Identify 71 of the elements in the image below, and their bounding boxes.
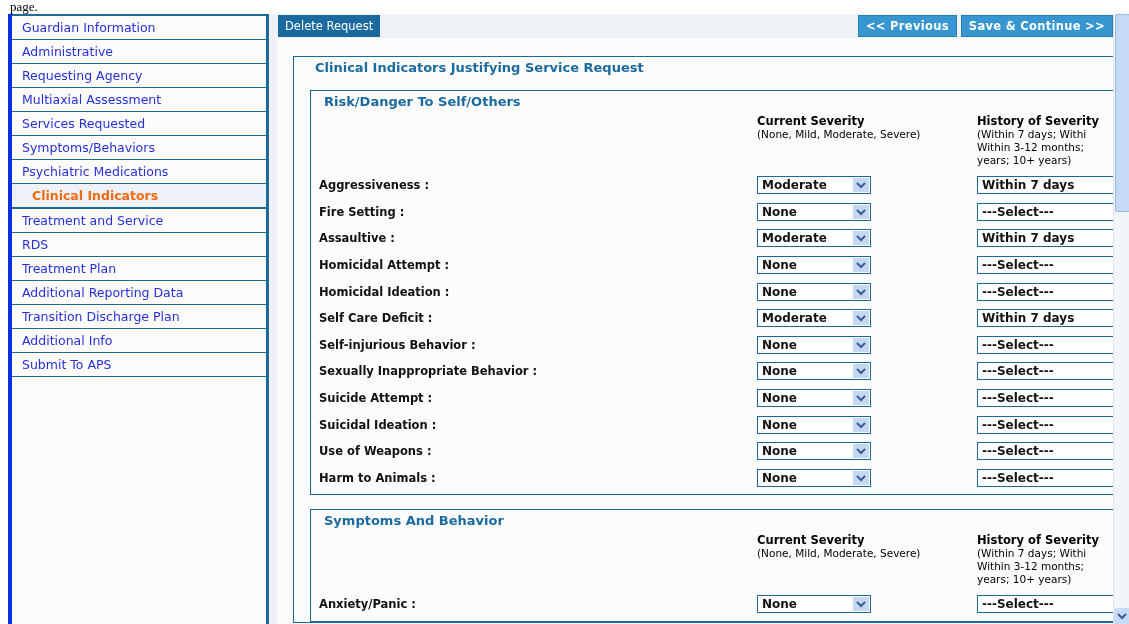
scroll-down-icon[interactable]: [1114, 608, 1129, 624]
column-hint: (None, Mild, Moderate, Severe): [757, 128, 922, 141]
sidebar-item[interactable]: Additional Info: [12, 329, 266, 353]
field-label: Assaultive :: [319, 231, 396, 246]
sidebar-item[interactable]: Additional Reporting Data: [12, 281, 266, 305]
severity-dropdown[interactable]: ---Select---: [977, 335, 1113, 354]
column-hint: Within 3-12 months;: [977, 560, 1085, 574]
field-label: Use of Weapons :: [319, 444, 433, 459]
severity-dropdown[interactable]: Moderate: [757, 176, 871, 195]
sidebar-item[interactable]: Requesting Agency: [12, 64, 266, 88]
column-hint: (Within 7 days; Withi: [977, 547, 1088, 561]
field-label: Anxiety/Panic :: [319, 597, 417, 612]
severity-dropdown[interactable]: None: [757, 468, 871, 487]
field-label: Self-injurious Behavior :: [319, 337, 477, 352]
sidebar-item[interactable]: Submit To APS: [12, 353, 266, 377]
field-label: Harm to Animals :: [319, 470, 437, 485]
sidebar-item[interactable]: Transition Discharge Plan: [12, 305, 266, 329]
field-label: Aggressiveness :: [319, 178, 431, 193]
column-header: History of Severity: [977, 114, 1100, 128]
column-hint: Within 3-12 months;: [977, 141, 1085, 154]
severity-dropdown[interactable]: None: [757, 335, 871, 354]
column-header: Current Severity: [757, 114, 866, 128]
field-label: Suicide Attempt :: [319, 391, 434, 406]
column-header: Current Severity: [757, 533, 866, 548]
column-hint: (Within 7 days; Withi: [977, 128, 1088, 141]
severity-dropdown[interactable]: None: [757, 442, 871, 461]
severity-dropdown[interactable]: None: [757, 415, 871, 434]
sidebar-item[interactable]: Symptoms/Behaviors: [12, 136, 266, 160]
severity-dropdown[interactable]: ---Select---: [977, 468, 1113, 487]
section-title: Risk/Danger To Self/Others: [322, 94, 523, 110]
severity-dropdown[interactable]: ---Select---: [977, 389, 1113, 408]
field-label: Suicidal Ideation :: [319, 417, 438, 432]
severity-dropdown[interactable]: None: [757, 362, 871, 381]
severity-dropdown[interactable]: ---Select---: [977, 415, 1113, 434]
sidebar-item[interactable]: Multiaxial Assessment: [12, 88, 266, 112]
severity-dropdown[interactable]: ---Select---: [977, 442, 1113, 461]
sidebar-item[interactable]: Administrative: [12, 40, 266, 64]
delete-request-button[interactable]: Delete Request: [278, 15, 381, 37]
severity-dropdown[interactable]: Within 7 days: [977, 229, 1113, 248]
column-hint: (None, Mild, Moderate, Severe): [757, 547, 922, 561]
column-hint: years; 10+ years): [977, 154, 1073, 167]
sidebar-item[interactable]: Treatment Plan: [12, 257, 266, 281]
severity-dropdown[interactable]: ---Select---: [977, 362, 1113, 381]
scrollbar[interactable]: [1113, 14, 1129, 624]
severity-dropdown[interactable]: ---Select---: [977, 202, 1113, 221]
severity-dropdown[interactable]: None: [757, 256, 871, 275]
sidebar-item[interactable]: Guardian Information: [12, 14, 266, 40]
severity-dropdown[interactable]: Within 7 days: [977, 309, 1113, 328]
sidebar-item[interactable]: RDS: [12, 233, 266, 257]
document-text: page.: [9, 0, 39, 14]
field-label: Fire Setting :: [319, 204, 406, 219]
severity-dropdown[interactable]: None: [757, 595, 871, 614]
severity-dropdown[interactable]: Within 7 days: [977, 176, 1113, 195]
field-label: Homicidal Ideation :: [319, 284, 451, 299]
section-title: Symptoms And Behavior: [322, 513, 506, 530]
severity-dropdown[interactable]: None: [757, 202, 871, 221]
sidebar-item[interactable]: Services Requested: [12, 112, 266, 136]
field-label: Sexually Inappropriate Behavior :: [319, 364, 539, 379]
field-label: Homicidal Attempt :: [319, 258, 451, 273]
sidebar-item[interactable]: Treatment and Service: [12, 209, 266, 233]
severity-dropdown[interactable]: None: [757, 282, 871, 301]
column-header: History of Severity: [977, 533, 1100, 548]
form-title: Clinical Indicators Justifying Service Request: [313, 60, 646, 76]
field-label: Self Care Deficit :: [319, 311, 434, 326]
severity-dropdown[interactable]: Moderate: [757, 309, 871, 328]
severity-dropdown[interactable]: Moderate: [757, 229, 871, 248]
severity-dropdown[interactable]: ---Select---: [977, 595, 1113, 614]
column-hint: years; 10+ years): [977, 573, 1073, 587]
severity-dropdown[interactable]: ---Select---: [977, 282, 1113, 301]
severity-dropdown[interactable]: ---Select---: [977, 256, 1113, 275]
severity-dropdown[interactable]: None: [757, 389, 871, 408]
